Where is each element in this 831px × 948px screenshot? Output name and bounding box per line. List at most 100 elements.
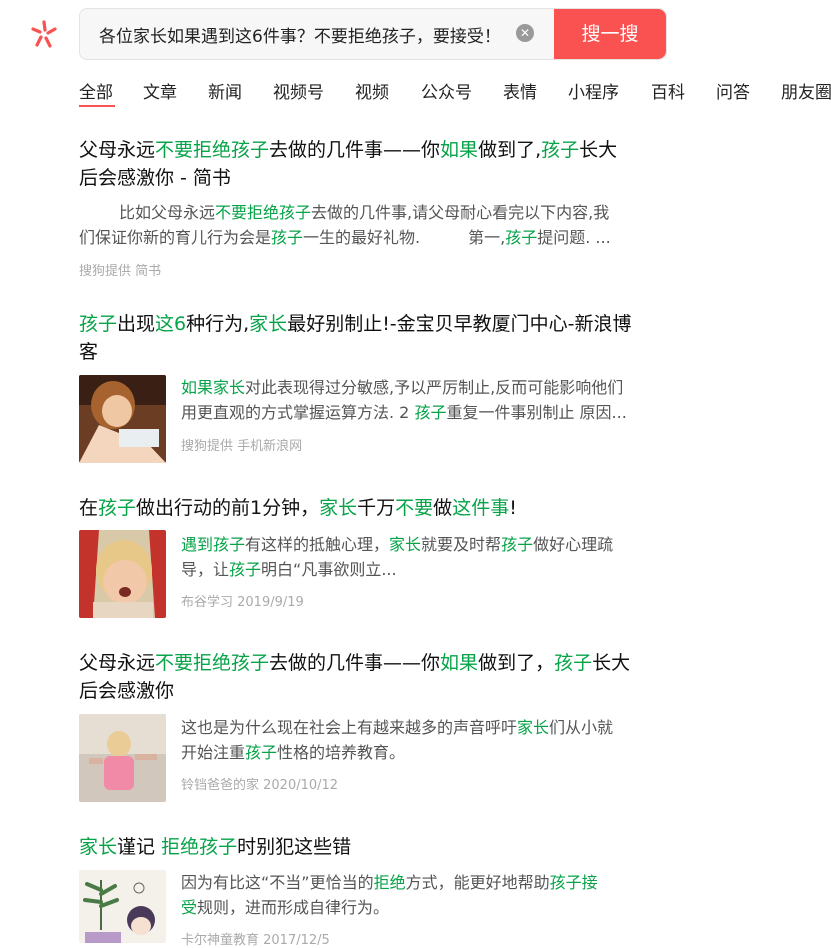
keyword-highlight: 孩子 bbox=[229, 560, 262, 579]
text-segment: 千万 bbox=[357, 497, 396, 519]
text-segment: 导，让 bbox=[181, 560, 230, 579]
active-tab-indicator bbox=[79, 105, 115, 107]
tab-qa[interactable]: 问答 bbox=[716, 78, 750, 103]
keyword-highlight: 孩子 bbox=[414, 403, 447, 422]
text-segment: 因为有比这“不当”更恰当的 bbox=[181, 873, 374, 892]
result-title[interactable]: 家长谨记 拒绝孩子时别犯这些错 bbox=[79, 833, 669, 861]
result-source: 铃铛爸爸的家 2020/10/12 bbox=[181, 778, 339, 793]
text-segment: 比如父母永远 bbox=[119, 203, 216, 222]
keyword-highlight: 如果 bbox=[440, 139, 479, 161]
keyword-highlight: 拒绝 bbox=[373, 873, 406, 892]
text-segment: 明白“凡事欲则立... bbox=[261, 560, 397, 579]
keyword-highlight: 拒绝孩子 bbox=[161, 836, 238, 858]
result-source: 卡尔神童教育 2017/12/5 bbox=[181, 933, 330, 948]
text-segment: 父母永远 bbox=[79, 139, 156, 161]
text-segment: 去做的几件事——你 bbox=[269, 652, 441, 674]
text-segment: 重复一件事别制止 原因... bbox=[446, 403, 627, 422]
keyword-highlight: 孩子 bbox=[79, 313, 118, 335]
tab-encyclopedia[interactable]: 百科 bbox=[651, 78, 685, 103]
result-thumbnail[interactable] bbox=[79, 870, 166, 943]
clear-icon[interactable]: ✕ bbox=[516, 24, 534, 42]
result-title[interactable]: 孩子出现这6种行为,家长最好别制止!-金宝贝早教厦门中心-新浪博 客 bbox=[79, 310, 669, 366]
text-segment: ! bbox=[509, 497, 517, 519]
tab-news[interactable]: 新闻 bbox=[208, 78, 242, 103]
keyword-highlight: 孩子 bbox=[554, 652, 593, 674]
text-segment: 用更直观的方式掌握运算方法. 2 bbox=[181, 403, 415, 422]
search-input[interactable]: 各位家长如果遇到这6件事？不要拒绝孩子，要接受！ bbox=[99, 22, 501, 47]
keyword-highlight: 遇到孩子 bbox=[181, 535, 246, 554]
keyword-highlight: 不要 bbox=[395, 497, 434, 519]
result-snippet: 遇到孩子有这样的抵触心理，家长就要及时帮孩子做好心理疏 导，让孩子明白“凡事欲则… bbox=[181, 532, 671, 582]
result-thumbnail[interactable] bbox=[79, 714, 166, 802]
tab-channels[interactable]: 视频号 bbox=[273, 78, 324, 103]
tab-articles[interactable]: 文章 bbox=[143, 78, 177, 103]
result-source: 布谷学习 2019/9/19 bbox=[181, 595, 304, 610]
text-segment: 做到了， bbox=[478, 652, 555, 674]
keyword-highlight: 家长 bbox=[517, 718, 550, 737]
text-segment: 方式，能更好地帮助 bbox=[405, 873, 550, 892]
keyword-highlight: 家长 bbox=[79, 836, 118, 858]
result-snippet: 因为有比这“不当”更恰当的拒绝方式，能更好地帮助孩子接 受规则，进而形成自律行为… bbox=[181, 870, 671, 920]
text-segment: 有这样的抵触心理， bbox=[245, 535, 390, 554]
tab-mini-programs[interactable]: 小程序 bbox=[568, 78, 619, 103]
text-segment: 最好别制止!-金宝贝早教厦门中心-新浪博 bbox=[287, 313, 632, 335]
text-segment: 做出行动的前1分钟， bbox=[136, 497, 320, 519]
text-segment: 去做的几件事,请父母耐心看完以下内容,我 bbox=[311, 203, 610, 222]
text-segment: 规则，进而形成自律行为。 bbox=[197, 898, 390, 917]
tab-all[interactable]: 全部 bbox=[79, 78, 113, 103]
keyword-highlight: 孩子接 bbox=[549, 873, 598, 892]
keyword-highlight: 不要拒绝孩子 bbox=[155, 652, 270, 674]
text-segment: 开始注重 bbox=[181, 743, 246, 762]
text-segment: 们保证你新的育儿行为会是 bbox=[79, 228, 272, 247]
keyword-highlight: 孩子 bbox=[501, 535, 534, 554]
keyword-highlight: 孩子 bbox=[541, 139, 580, 161]
tab-moments[interactable]: 朋友圈 bbox=[781, 78, 831, 103]
text-segment: 后会感激你 bbox=[79, 680, 175, 702]
search-bar: 各位家长如果遇到这6件事？不要拒绝孩子，要接受！ ✕ 搜一搜 bbox=[79, 8, 667, 60]
keyword-highlight: 这件事 bbox=[452, 497, 510, 519]
text-segment: 长大 bbox=[592, 652, 631, 674]
keyword-highlight: 不要拒绝孩子 bbox=[215, 203, 312, 222]
keyword-highlight: 不要拒绝孩子 bbox=[155, 139, 270, 161]
text-segment: 性格的培养教育。 bbox=[277, 743, 406, 762]
text-segment: 做好心理疏 bbox=[533, 535, 614, 554]
result-title[interactable]: 在孩子做出行动的前1分钟，家长千万不要做这件事! bbox=[79, 494, 669, 522]
keyword-highlight: 孩子 bbox=[245, 743, 278, 762]
text-segment: 对此表现得过分敏感,予以严厉制止,反而可能影响他们 bbox=[245, 378, 624, 397]
result-title[interactable]: 父母永远不要拒绝孩子去做的几件事——你如果做到了，孩子长大 后会感激你 bbox=[79, 649, 669, 705]
text-segment: 一生的最好礼物. 第一, bbox=[303, 228, 506, 247]
text-segment: 们从小就 bbox=[549, 718, 614, 737]
text-segment: 在 bbox=[79, 497, 99, 519]
text-segment: 父母永远 bbox=[79, 652, 156, 674]
search-button[interactable]: 搜一搜 bbox=[554, 9, 666, 59]
result-source: 搜狗提供 简书 bbox=[79, 264, 162, 279]
result-thumbnail[interactable] bbox=[79, 530, 166, 618]
text-segment: 后会感激你 - 简书 bbox=[79, 167, 231, 189]
keyword-highlight: 孩子 bbox=[505, 228, 538, 247]
text-segment: 做 bbox=[433, 497, 453, 519]
tab-stickers[interactable]: 表情 bbox=[503, 78, 537, 103]
text-segment: 就要及时帮 bbox=[421, 535, 502, 554]
text-segment: 提问题. ... bbox=[537, 228, 611, 247]
result-source: 搜狗提供 手机新浪网 bbox=[181, 439, 303, 454]
keyword-highlight: 家长 bbox=[319, 497, 358, 519]
keyword-highlight: 孩子 bbox=[271, 228, 304, 247]
result-thumbnail[interactable] bbox=[79, 375, 166, 463]
text-segment: 出现 bbox=[117, 313, 156, 335]
keyword-highlight: 如果家长 bbox=[181, 378, 246, 397]
text-segment: 谨记 bbox=[117, 836, 162, 858]
keyword-highlight: 家长 bbox=[249, 313, 288, 335]
text-segment: 去做的几件事——你 bbox=[269, 139, 441, 161]
result-title[interactable]: 父母永远不要拒绝孩子去做的几件事——你如果做到了,孩子长大 后会感激你 - 简书 bbox=[79, 136, 669, 192]
wechat-search-logo-icon bbox=[31, 20, 57, 48]
tab-videos[interactable]: 视频 bbox=[355, 78, 389, 103]
result-snippet: 比如父母永远不要拒绝孩子去做的几件事,请父母耐心看完以下内容,我 们保证你新的育… bbox=[79, 200, 669, 250]
keyword-highlight: 家长 bbox=[389, 535, 422, 554]
keyword-highlight: 孩子 bbox=[98, 497, 137, 519]
text-segment: 做到了, bbox=[478, 139, 542, 161]
text-segment: 客 bbox=[79, 341, 99, 363]
text-segment: 长大 bbox=[579, 139, 618, 161]
keyword-highlight: 如果 bbox=[440, 652, 479, 674]
tab-official-accounts[interactable]: 公众号 bbox=[421, 78, 472, 103]
text-segment: 种行为, bbox=[186, 313, 250, 335]
